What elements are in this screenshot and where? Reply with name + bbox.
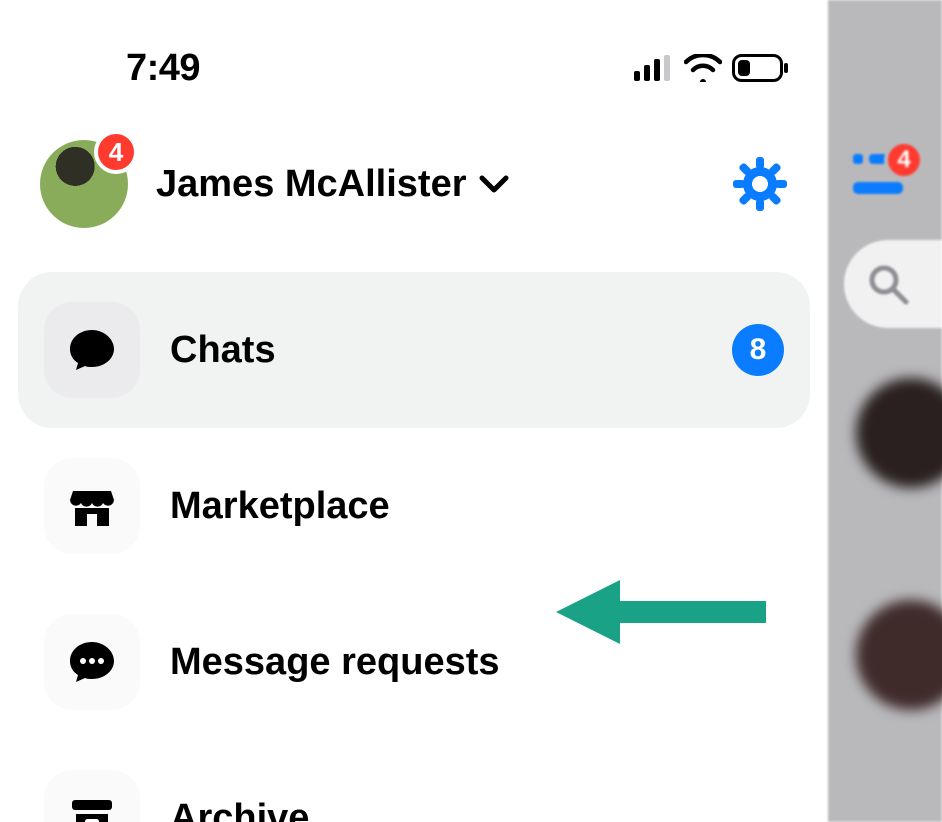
battery-icon [732,54,790,82]
account-name[interactable]: James McAllister [156,163,509,206]
account-header[interactable]: 4 James McAllister [40,140,788,228]
chats-badge: 8 [732,324,784,376]
search-icon [866,262,910,306]
chevron-down-icon [479,174,509,194]
archive-icon [44,770,140,822]
search-field-peek[interactable] [844,240,942,328]
status-bar: 7:49 [0,48,828,88]
status-icons [634,54,790,82]
menu-list: Chats 8 Marketplace Message re [18,272,810,822]
menu-item-chats[interactable]: Chats 8 [18,272,810,428]
marketplace-icon [44,458,140,554]
avatar[interactable]: 4 [40,140,128,228]
menu-item-label: Marketplace [170,485,390,528]
clock: 7:49 [126,47,200,90]
cellular-icon [634,55,674,81]
annotation-arrow-icon [556,572,776,652]
message-requests-icon [44,614,140,710]
menu-item-label: Chats [170,329,276,372]
menu-item-marketplace[interactable]: Marketplace [18,428,810,584]
chat-avatar-blur [856,378,942,488]
account-name-text: James McAllister [156,163,467,206]
avatar-badge: 4 [94,130,138,174]
chat-icon [44,302,140,398]
wifi-icon [684,54,722,82]
gear-icon[interactable] [732,156,788,212]
messenger-side-panel: 7:49 4 James McAllister [0,0,828,822]
chat-avatar-blur [856,600,942,710]
menu-item-archive[interactable]: Archive [18,740,810,822]
menu-item-label: Archive [170,797,309,822]
background-chat-list: 4 [828,0,942,822]
menu-badge: 4 [884,140,924,180]
menu-item-label: Message requests [170,641,500,684]
